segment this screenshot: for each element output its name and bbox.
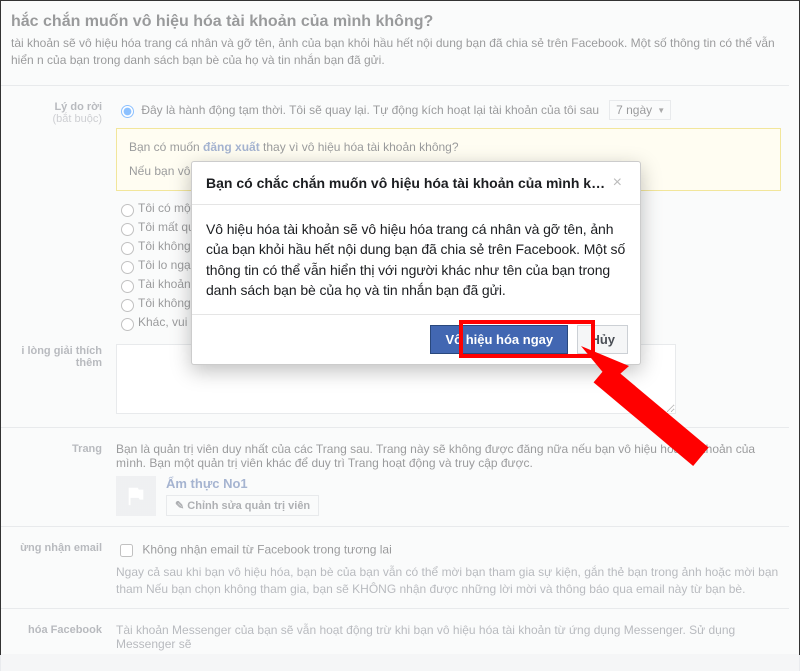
modal-body: Vô hiệu hóa tài khoản sẽ vô hiệu hóa tra… <box>192 205 640 314</box>
modal-title: Bạn có chắc chắn muốn vô hiệu hóa tài kh… <box>206 175 609 191</box>
confirm-deactivate-dialog: Bạn có chắc chắn muốn vô hiệu hóa tài kh… <box>191 161 641 365</box>
cancel-button[interactable]: Hủy <box>577 325 628 354</box>
deactivate-now-button[interactable]: Vô hiệu hóa ngay <box>430 325 568 354</box>
close-icon[interactable]: × <box>609 174 626 192</box>
